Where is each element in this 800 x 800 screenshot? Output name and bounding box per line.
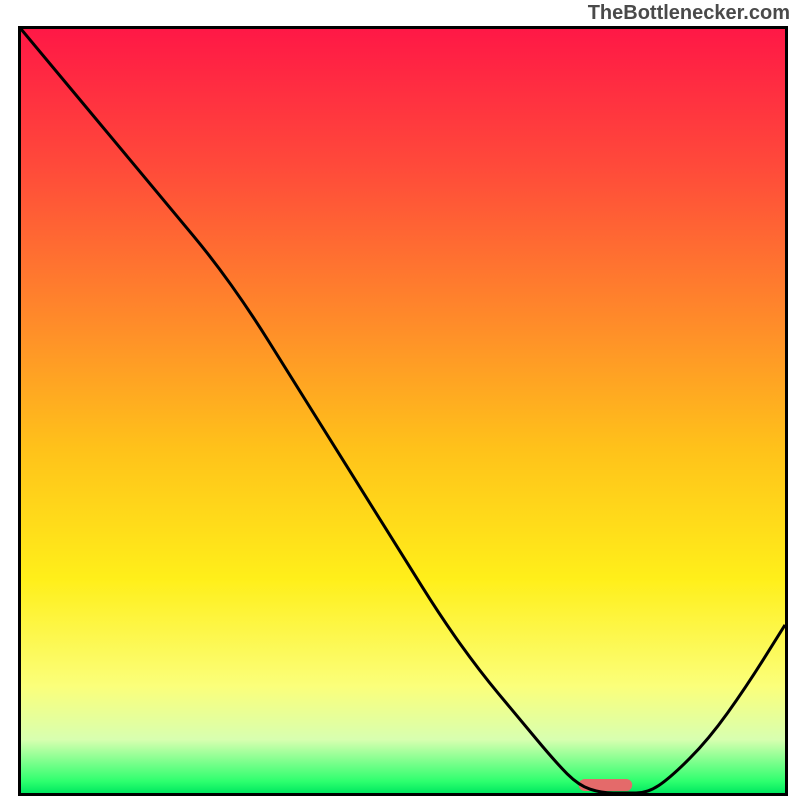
gradient-background [21, 29, 785, 793]
watermark-text: TheBottlenecker.com [588, 2, 790, 25]
chart-svg [21, 29, 785, 793]
bottleneck-chart [18, 26, 788, 796]
